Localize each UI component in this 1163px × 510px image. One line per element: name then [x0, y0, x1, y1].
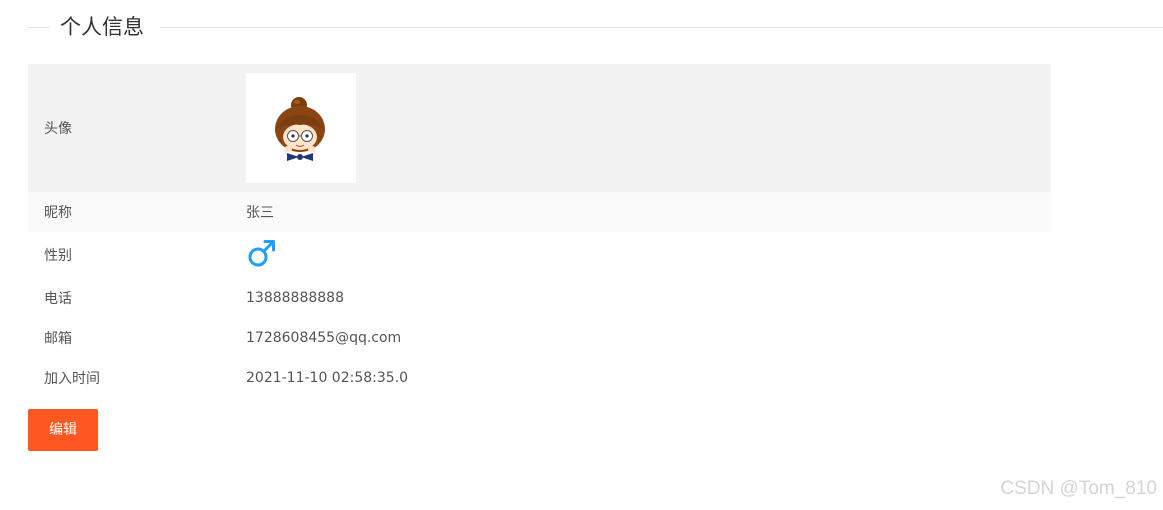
- table-row-phone: 电话 13888888888: [28, 277, 1051, 318]
- watermark: CSDN @Tom_810: [1000, 478, 1157, 499]
- gender-label: 性别: [44, 247, 72, 264]
- avatar-cartoon-icon: [275, 97, 325, 161]
- avatar-cell: [246, 73, 1051, 183]
- section-title: 个人信息: [60, 15, 144, 39]
- divider-right: [160, 27, 1163, 28]
- gender-cell: [246, 237, 1051, 273]
- table-row-email: 邮箱 1728608455@qq.com: [28, 318, 1051, 358]
- phone-value: 13888888888: [246, 289, 344, 306]
- divider-left: [28, 27, 50, 28]
- table-row-gender: 性别: [28, 232, 1051, 277]
- avatar-label: 头像: [44, 121, 72, 137]
- table-row-nickname: 昵称 张三: [28, 192, 1051, 232]
- section-header: 个人信息: [28, 0, 1163, 54]
- joined-value: 2021-11-10 02:58:35.0: [246, 370, 409, 386]
- nickname-label: 昵称: [44, 205, 72, 221]
- male-symbol-icon: [248, 239, 275, 266]
- nickname-value: 张三: [246, 205, 274, 221]
- email-value: 1728608455@qq.com: [246, 330, 402, 346]
- table-row-joined: 加入时间 2021-11-10 02:58:35.0: [28, 358, 1051, 398]
- profile-table: 头像 昵称 张三 性别 电话 13888888888 邮箱 1728608455…: [28, 64, 1051, 398]
- joined-label: 加入时间: [44, 371, 100, 387]
- phone-label: 电话: [44, 290, 72, 307]
- table-row-avatar: 头像: [28, 64, 1051, 192]
- avatar[interactable]: [246, 73, 356, 183]
- edit-button[interactable]: 编辑: [28, 409, 98, 451]
- email-label: 邮箱: [44, 331, 72, 347]
